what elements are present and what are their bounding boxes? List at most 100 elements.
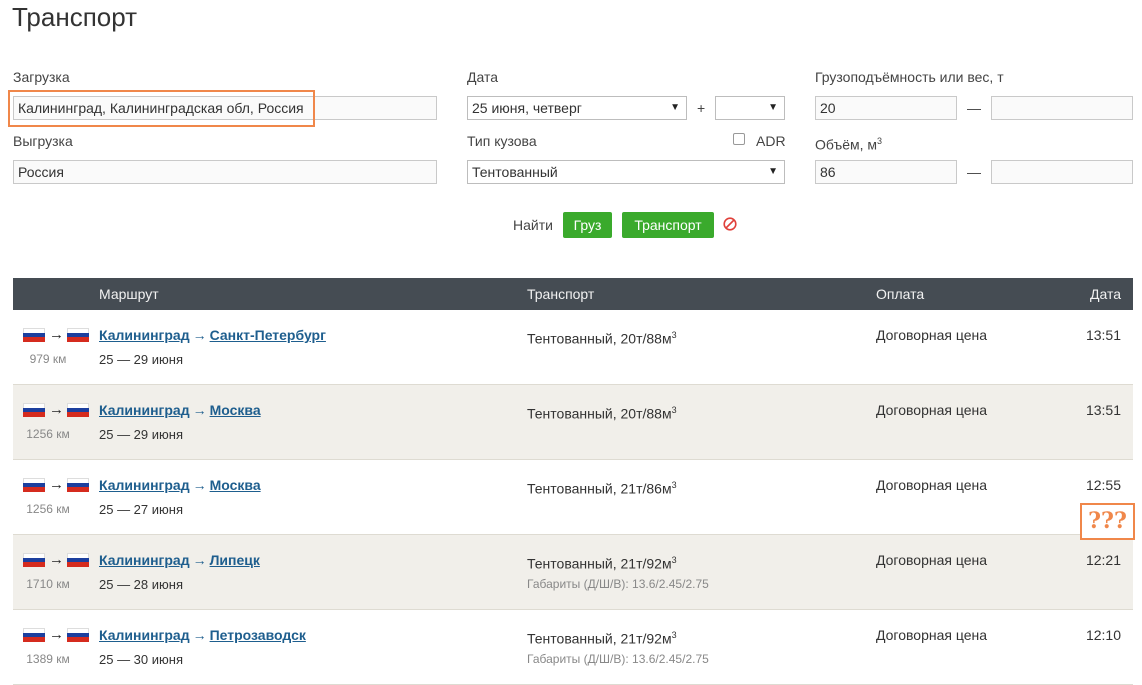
- russia-flag-icon: [23, 628, 45, 642]
- posted-time: 12:21: [1085, 552, 1121, 568]
- capacity-dash: —: [967, 100, 981, 116]
- route-arrow-icon: →: [49, 401, 64, 418]
- payment-text: Договорная цена: [876, 327, 988, 343]
- route-link-arrow: →: [192, 552, 207, 568]
- distance-km: 1389 км: [26, 652, 70, 666]
- capacity-from-input[interactable]: 20: [815, 96, 957, 120]
- header-route: Маршрут: [99, 286, 159, 302]
- adr-label: ADR: [756, 133, 786, 149]
- table-row[interactable]: → 1389 км Калининград → Петрозаводск 25 — 30 …: [13, 610, 1133, 685]
- adr-checkbox[interactable]: [733, 133, 745, 145]
- route-link[interactable]: Калининград → Петрозаводск: [99, 627, 306, 643]
- transport-unit-sup: 3: [671, 405, 677, 415]
- body-type-value: Тентованный: [472, 164, 558, 180]
- body-type-select[interactable]: Тентованный ▼: [467, 160, 785, 184]
- posted-time: 13:51: [1085, 402, 1121, 418]
- route-dates: 25 — 29 июня: [99, 352, 183, 367]
- transport-text: Тентованный, 21т/86м: [527, 480, 672, 497]
- table-header: Маршрут Транспорт Оплата Дата: [13, 278, 1133, 310]
- transport-description: Тентованный, 21т/92м3: [527, 552, 677, 572]
- header-payment: Оплата: [876, 286, 925, 302]
- transport-description: Тентованный, 20т/88м3: [527, 402, 677, 422]
- reset-filter-icon[interactable]: [723, 217, 737, 231]
- capacity-to-input[interactable]: [991, 96, 1133, 120]
- payment-text: Договорная цена: [876, 402, 988, 418]
- distance-km: 1710 км: [26, 577, 70, 591]
- date-label: Дата: [467, 69, 499, 85]
- dropdown-arrow-icon: ▼: [768, 102, 778, 113]
- table-row[interactable]: → 1710 км Калининград → Липецк 25 — 28 июня Те…: [13, 535, 1133, 610]
- route-link-arrow: →: [192, 327, 207, 343]
- transport-dimensions: Габариты (Д/Ш/В): 13.6/2.45/2.75: [527, 652, 709, 666]
- route-from-city[interactable]: Калининград: [99, 627, 190, 643]
- route-from-city[interactable]: Калининград: [99, 477, 190, 493]
- transport-unit-sup: 3: [671, 330, 677, 340]
- russia-flag-icon: [67, 328, 89, 342]
- route-to-city[interactable]: Москва: [210, 402, 261, 418]
- route-to-city[interactable]: Петрозаводск: [210, 627, 306, 643]
- find-label: Найти: [513, 217, 553, 233]
- route-arrow-icon: →: [49, 551, 64, 568]
- route-to-city[interactable]: Санкт-Петербург: [210, 327, 326, 343]
- find-cargo-button[interactable]: Груз: [563, 212, 612, 238]
- header-transport: Транспорт: [527, 286, 595, 302]
- transport-unit-sup: 3: [671, 555, 677, 565]
- russia-flag-icon: [67, 478, 89, 492]
- russia-flag-icon: [23, 478, 45, 492]
- route-link[interactable]: Калининград → Москва: [99, 477, 261, 493]
- route-arrow-icon: →: [49, 476, 64, 493]
- russia-flag-icon: [23, 553, 45, 567]
- transport-unit-sup: 3: [671, 480, 677, 490]
- dropdown-arrow-icon: ▼: [768, 166, 778, 177]
- russia-flag-icon: [67, 553, 89, 567]
- volume-label-sup: 3: [877, 136, 883, 146]
- route-from-city[interactable]: Калининград: [99, 552, 190, 568]
- transport-text: Тентованный, 21т/92м: [527, 555, 672, 572]
- date-select[interactable]: 25 июня, четверг ▼: [467, 96, 687, 120]
- page-title: Транспорт: [12, 2, 138, 32]
- unloading-input[interactable]: Россия: [13, 160, 437, 184]
- route-link[interactable]: Калининград → Москва: [99, 402, 261, 418]
- transport-description: Тентованный, 21т/92м3: [527, 627, 677, 647]
- table-row[interactable]: → 979 км Калининград → Санкт-Петербург 25 — 2…: [13, 310, 1133, 385]
- header-date: Дата: [1089, 286, 1121, 302]
- date-select-value: 25 июня, четверг: [472, 100, 582, 116]
- unloading-label: Выгрузка: [13, 133, 73, 149]
- payment-text: Договорная цена: [876, 552, 988, 568]
- volume-to-input[interactable]: [991, 160, 1133, 184]
- date-extra-select[interactable]: ▼: [715, 96, 785, 120]
- route-to-city[interactable]: Москва: [210, 477, 261, 493]
- route-arrow-icon: →: [49, 326, 64, 343]
- body-type-label: Тип кузова: [467, 133, 537, 149]
- table-row[interactable]: → 1256 км Калининград → Москва 25 — 29 июня Те…: [13, 385, 1133, 460]
- find-transport-button[interactable]: Транспорт: [622, 212, 714, 238]
- route-link-arrow: →: [192, 402, 207, 418]
- transport-text: Тентованный, 20т/88м: [527, 405, 672, 422]
- volume-label-text: Объём, м: [815, 136, 878, 153]
- distance-km: 1256 км: [26, 502, 70, 516]
- distance-km: 979 км: [29, 352, 67, 366]
- loading-label: Загрузка: [13, 69, 70, 85]
- route-from-city[interactable]: Калининград: [99, 327, 190, 343]
- payment-text: Договорная цена: [876, 477, 988, 493]
- route-link-arrow: →: [192, 627, 207, 643]
- transport-dimensions: Габариты (Д/Ш/В): 13.6/2.45/2.75: [527, 577, 709, 591]
- route-to-city[interactable]: Липецк: [210, 552, 260, 568]
- route-link-arrow: →: [192, 477, 207, 493]
- posted-time: 13:51: [1085, 327, 1121, 343]
- volume-dash: —: [967, 164, 981, 180]
- transport-unit-sup: 3: [671, 630, 677, 640]
- russia-flag-icon: [67, 628, 89, 642]
- volume-from-input[interactable]: 86: [815, 160, 957, 184]
- capacity-label: Грузоподъёмность или вес, т: [815, 69, 1004, 85]
- route-dates: 25 — 27 июня: [99, 502, 183, 517]
- distance-km: 1256 км: [26, 427, 70, 441]
- route-link[interactable]: Калининград → Липецк: [99, 552, 260, 568]
- route-link[interactable]: Калининград → Санкт-Петербург: [99, 327, 326, 343]
- russia-flag-icon: [23, 328, 45, 342]
- route-dates: 25 — 28 июня: [99, 577, 183, 592]
- route-from-city[interactable]: Калининград: [99, 402, 190, 418]
- table-row[interactable]: → 1256 км Калининград → Москва 25 — 27 июня Те…: [13, 460, 1133, 535]
- transport-description: Тентованный, 21т/86м3: [527, 477, 677, 497]
- posted-time: 12:10: [1085, 627, 1121, 643]
